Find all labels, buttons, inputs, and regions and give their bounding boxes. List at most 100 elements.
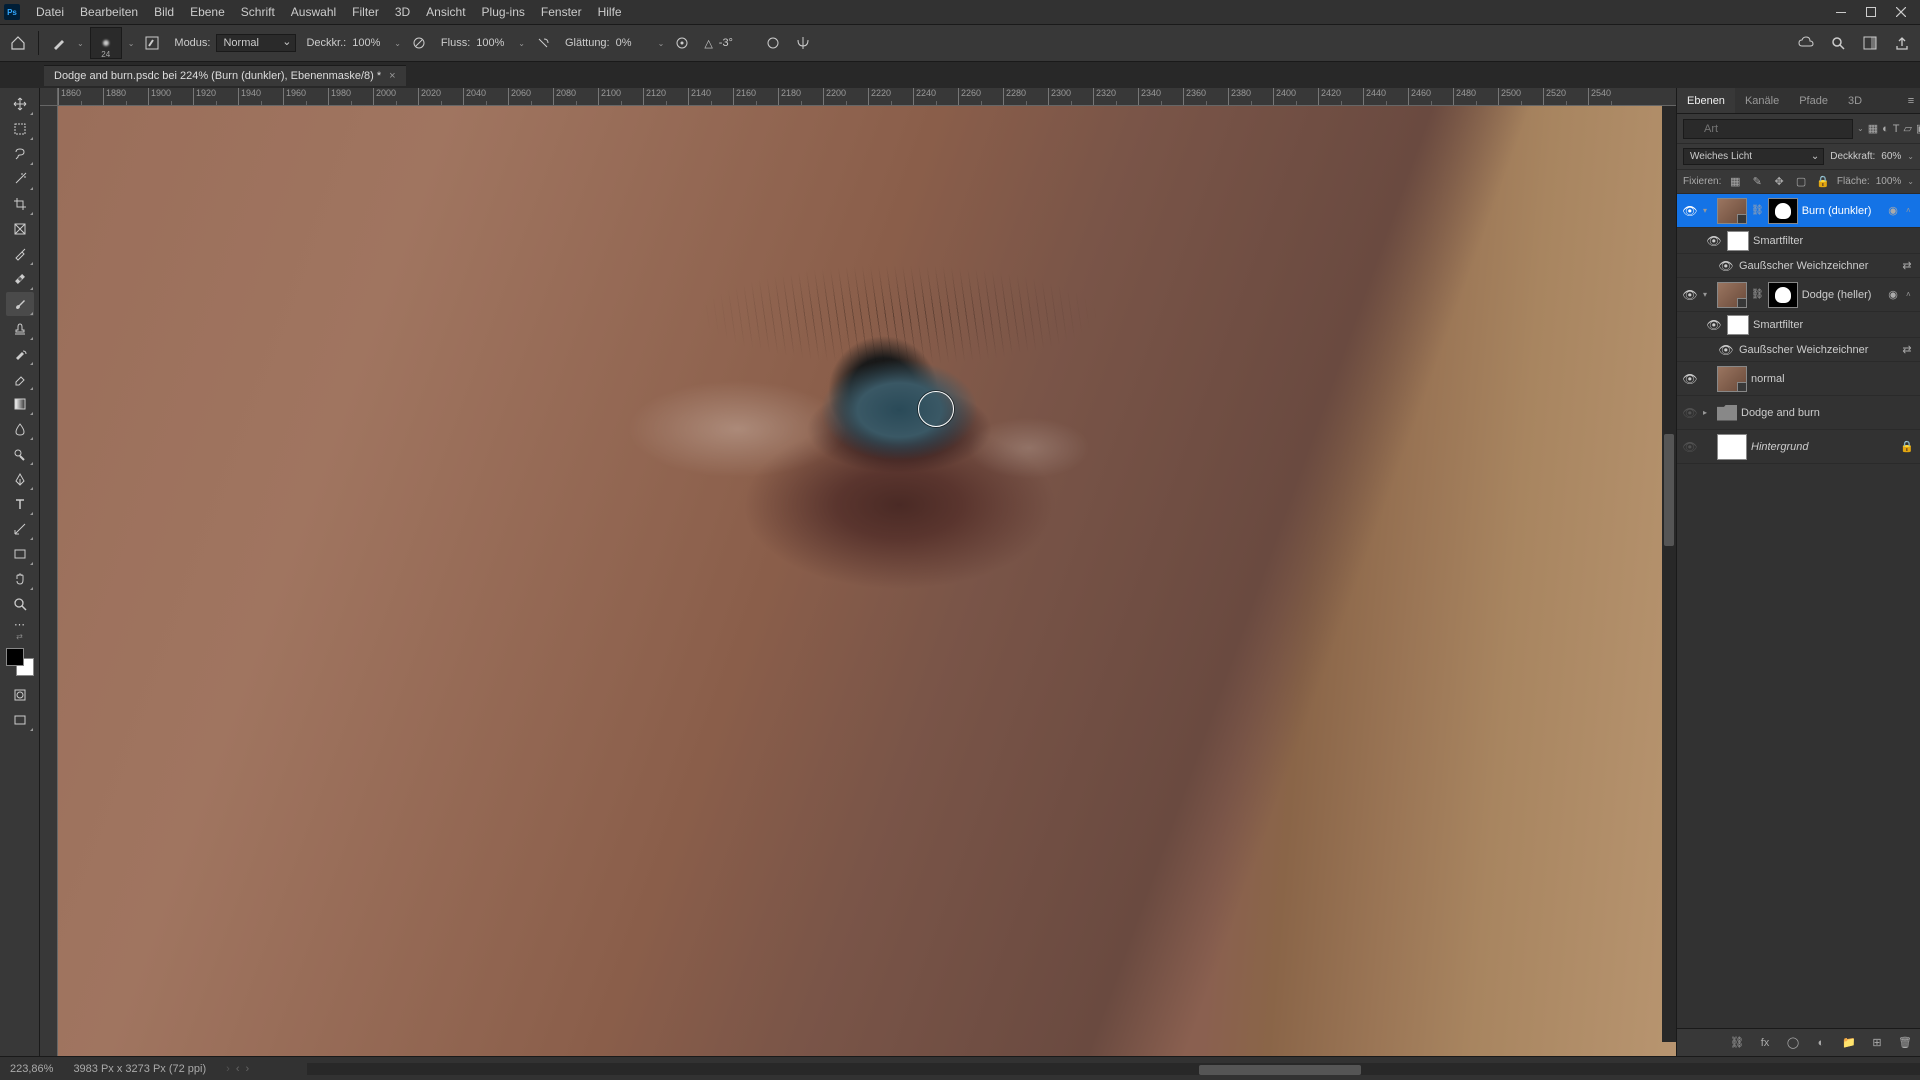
- layer-name[interactable]: normal: [1751, 373, 1916, 385]
- chevron-down-icon[interactable]: ⌄: [658, 39, 665, 48]
- home-icon[interactable]: [6, 31, 30, 55]
- filter-type-icon[interactable]: T: [1893, 120, 1900, 138]
- layer-row[interactable]: 👁 ▾ ⛓ Dodge (heller) ◉ ˄: [1677, 278, 1920, 312]
- visibility-toggle[interactable]: 👁: [1681, 204, 1699, 218]
- tool-preset-icon[interactable]: [47, 31, 71, 55]
- menu-hilfe[interactable]: Hilfe: [590, 5, 630, 19]
- scrollbar-horizontal[interactable]: [307, 1063, 1920, 1075]
- lasso-tool[interactable]: [6, 142, 34, 166]
- foreground-color-swatch[interactable]: [6, 648, 24, 666]
- layer-row[interactable]: 👁 ▾ normal: [1677, 362, 1920, 396]
- ruler-origin[interactable]: [40, 88, 58, 106]
- menu-auswahl[interactable]: Auswahl: [283, 5, 344, 19]
- menu-ebene[interactable]: Ebene: [182, 5, 233, 19]
- visibility-toggle[interactable]: 👁: [1681, 440, 1699, 454]
- pen-tool[interactable]: [6, 467, 34, 491]
- layer-row[interactable]: 👁 Gaußscher Weichzeichner ⇄: [1677, 338, 1920, 362]
- filter-adjust-icon[interactable]: ◐: [1882, 120, 1889, 138]
- menu-bild[interactable]: Bild: [146, 5, 182, 19]
- visibility-toggle[interactable]: 👁: [1681, 288, 1699, 302]
- visibility-toggle[interactable]: 👁: [1681, 372, 1699, 386]
- symmetry-icon[interactable]: [791, 31, 815, 55]
- chevron-down-icon[interactable]: ⌄: [518, 39, 525, 48]
- tab-kanaele[interactable]: Kanäle: [1735, 88, 1789, 113]
- layer-name[interactable]: Dodge (heller): [1802, 289, 1880, 301]
- layer-row[interactable]: 👁 ▾ Hintergrund 🔒: [1677, 430, 1920, 464]
- menu-datei[interactable]: Datei: [28, 5, 72, 19]
- document-tab[interactable]: Dodge and burn.psdc bei 224% (Burn (dunk…: [44, 65, 406, 86]
- swap-colors-icon[interactable]: ⇄: [16, 632, 23, 641]
- minimize-button[interactable]: [1826, 2, 1856, 22]
- chevron-down-icon[interactable]: ⌄: [1907, 152, 1914, 161]
- lock-transparent-icon[interactable]: ▦: [1727, 173, 1743, 191]
- expand-arrow-icon[interactable]: ▾: [1703, 290, 1713, 299]
- quickmask-icon[interactable]: [6, 683, 34, 707]
- chevron-down-icon[interactable]: ⌄: [128, 39, 135, 48]
- dodge-tool[interactable]: [6, 442, 34, 466]
- blur-tool[interactable]: [6, 417, 34, 441]
- color-swatches[interactable]: [6, 648, 34, 676]
- layer-row[interactable]: 👁 Gaußscher Weichzeichner ⇄: [1677, 254, 1920, 278]
- visibility-toggle[interactable]: 👁: [1717, 343, 1735, 357]
- filter-smart-icon[interactable]: ▣: [1916, 120, 1920, 138]
- brush-preview[interactable]: 24: [90, 27, 122, 59]
- mask-thumbnail[interactable]: [1768, 198, 1798, 224]
- layer-thumbnail[interactable]: [1717, 434, 1747, 460]
- link-icon[interactable]: ⛓: [1751, 205, 1764, 216]
- flow-input[interactable]: 100%: [476, 37, 512, 49]
- layer-name[interactable]: Burn (dunkler): [1802, 205, 1880, 217]
- type-tool[interactable]: [6, 492, 34, 516]
- expand-arrow-icon[interactable]: ▾: [1703, 206, 1713, 215]
- cloud-docs-icon[interactable]: [1794, 31, 1818, 55]
- eyedropper-tool[interactable]: [6, 242, 34, 266]
- lock-artboard-icon[interactable]: ▢: [1793, 173, 1809, 191]
- lock-all-icon[interactable]: 🔒: [1815, 173, 1831, 191]
- blend-mode-dropdown[interactable]: Normal: [216, 34, 296, 52]
- brush-panel-icon[interactable]: [140, 31, 164, 55]
- ruler-vertical[interactable]: [40, 106, 58, 1056]
- canvas[interactable]: [58, 106, 1676, 1056]
- brush-tool[interactable]: [6, 292, 34, 316]
- delete-layer-icon[interactable]: 🗑: [1896, 1034, 1914, 1052]
- link-layers-icon[interactable]: ⛓: [1728, 1034, 1746, 1052]
- menu-schrift[interactable]: Schrift: [233, 5, 283, 19]
- layer-name[interactable]: Dodge and burn: [1741, 407, 1916, 419]
- zoom-tool[interactable]: [6, 592, 34, 616]
- layer-name[interactable]: Hintergrund: [1751, 441, 1894, 453]
- menu-ansicht[interactable]: Ansicht: [418, 5, 473, 19]
- ruler-horizontal[interactable]: 1860188019001920194019601980200020202040…: [58, 88, 1676, 106]
- maximize-button[interactable]: [1856, 2, 1886, 22]
- shape-tool[interactable]: [6, 542, 34, 566]
- heal-tool[interactable]: [6, 267, 34, 291]
- close-tab-icon[interactable]: ×: [389, 70, 395, 82]
- scrollbar-vertical[interactable]: [1662, 106, 1676, 1042]
- close-button[interactable]: [1886, 2, 1916, 22]
- layer-row[interactable]: 👁 ▸ Dodge and burn: [1677, 396, 1920, 430]
- adjustment-icon[interactable]: ◐: [1812, 1034, 1830, 1052]
- filter-options-icon[interactable]: ⇄: [1898, 341, 1916, 359]
- marquee-tool[interactable]: [6, 117, 34, 141]
- layer-filter-input[interactable]: [1683, 119, 1853, 139]
- new-layer-icon[interactable]: ⊞: [1868, 1034, 1886, 1052]
- filter-shape-icon[interactable]: ▱: [1904, 120, 1912, 138]
- visibility-toggle[interactable]: 👁: [1717, 259, 1735, 273]
- pressure-opacity-icon[interactable]: [407, 31, 431, 55]
- share-icon[interactable]: [1890, 31, 1914, 55]
- history-brush-tool[interactable]: [6, 342, 34, 366]
- layer-thumbnail[interactable]: [1717, 198, 1747, 224]
- layer-row[interactable]: 👁 Smartfilter: [1677, 228, 1920, 254]
- workspace-icon[interactable]: [1858, 31, 1882, 55]
- pressure-size-icon[interactable]: [761, 31, 785, 55]
- menu-bearbeiten[interactable]: Bearbeiten: [72, 5, 146, 19]
- chevron-down-icon[interactable]: ⌄: [1907, 177, 1914, 186]
- new-group-icon[interactable]: 📁: [1840, 1034, 1858, 1052]
- panel-menu-icon[interactable]: ≡: [1902, 92, 1920, 110]
- move-tool[interactable]: [6, 92, 34, 116]
- expand-arrow-icon[interactable]: ▸: [1703, 408, 1713, 417]
- hand-tool[interactable]: [6, 567, 34, 591]
- layer-thumbnail[interactable]: [1717, 366, 1747, 392]
- collapse-arrow-icon[interactable]: ˄: [1906, 206, 1916, 215]
- visibility-toggle[interactable]: 👁: [1681, 406, 1699, 420]
- add-mask-icon[interactable]: ◯: [1784, 1034, 1802, 1052]
- lock-pixels-icon[interactable]: ✎: [1749, 173, 1765, 191]
